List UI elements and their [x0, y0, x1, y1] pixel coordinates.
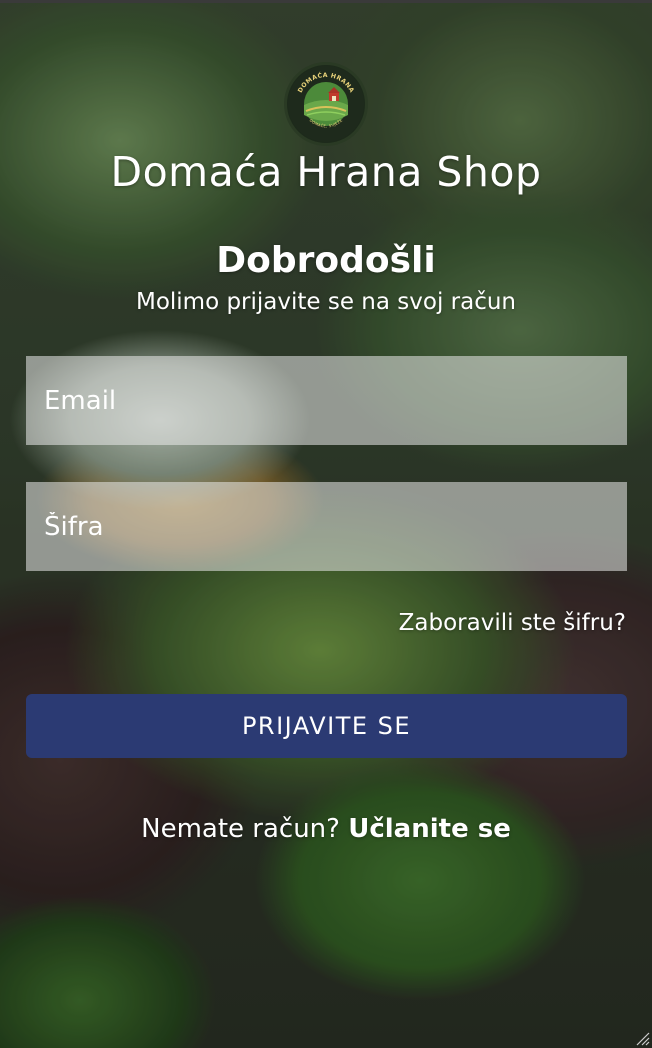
farm-logo-icon: DOMAĆA HRANA DOMAĆE, SVJEŽE — [288, 66, 364, 142]
login-button[interactable]: PRIJAVITE SE — [26, 694, 627, 758]
email-input[interactable] — [26, 356, 627, 445]
signup-prompt: Nemate račun? Učlanite se — [0, 814, 652, 844]
app-logo: DOMAĆA HRANA DOMAĆE, SVJEŽE — [284, 62, 368, 146]
signup-link[interactable]: Učlanite se — [348, 814, 511, 844]
forgot-password-link[interactable]: Zaboravili ste šifru? — [399, 610, 626, 636]
password-input[interactable] — [26, 482, 627, 571]
login-content: DOMAĆA HRANA DOMAĆE, SVJEŽE Domaća Hrana… — [0, 0, 652, 1048]
welcome-heading: Dobrodošli — [216, 240, 436, 281]
resize-grip-icon[interactable] — [632, 1028, 650, 1046]
login-screen: DOMAĆA HRANA DOMAĆE, SVJEŽE Domaća Hrana… — [0, 0, 652, 1048]
no-account-text: Nemate račun? — [141, 814, 340, 844]
app-title: Domaća Hrana Shop — [110, 148, 542, 196]
login-subtitle: Molimo prijavite se na svoj račun — [135, 289, 517, 315]
